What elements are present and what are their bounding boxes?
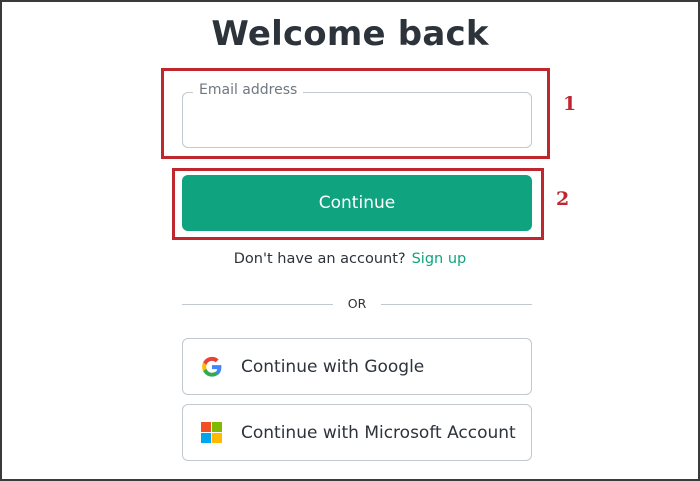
- signup-prompt: Don't have an account?: [233, 251, 406, 267]
- microsoft-icon: [201, 421, 223, 444]
- annotation-number-2: 2: [556, 188, 570, 210]
- divider-or: OR: [347, 296, 367, 311]
- continue-button[interactable]: Continue: [182, 175, 532, 231]
- signup-link[interactable]: Sign up: [412, 251, 467, 267]
- email-input[interactable]: [183, 93, 531, 147]
- divider-left: [182, 304, 333, 305]
- signup-row: Don't have an account? Sign up: [0, 251, 700, 267]
- microsoft-login-label: Continue with Microsoft Account: [241, 422, 516, 443]
- annotation-number-1: 1: [563, 93, 577, 115]
- page-title: Welcome back: [211, 14, 489, 54]
- google-login-label: Continue with Google: [241, 356, 425, 377]
- google-icon: [201, 356, 223, 378]
- email-field: Email address: [182, 82, 532, 148]
- microsoft-login-button[interactable]: Continue with Microsoft Account: [182, 404, 532, 461]
- google-login-button[interactable]: Continue with Google: [182, 338, 532, 395]
- divider-right: [381, 304, 532, 305]
